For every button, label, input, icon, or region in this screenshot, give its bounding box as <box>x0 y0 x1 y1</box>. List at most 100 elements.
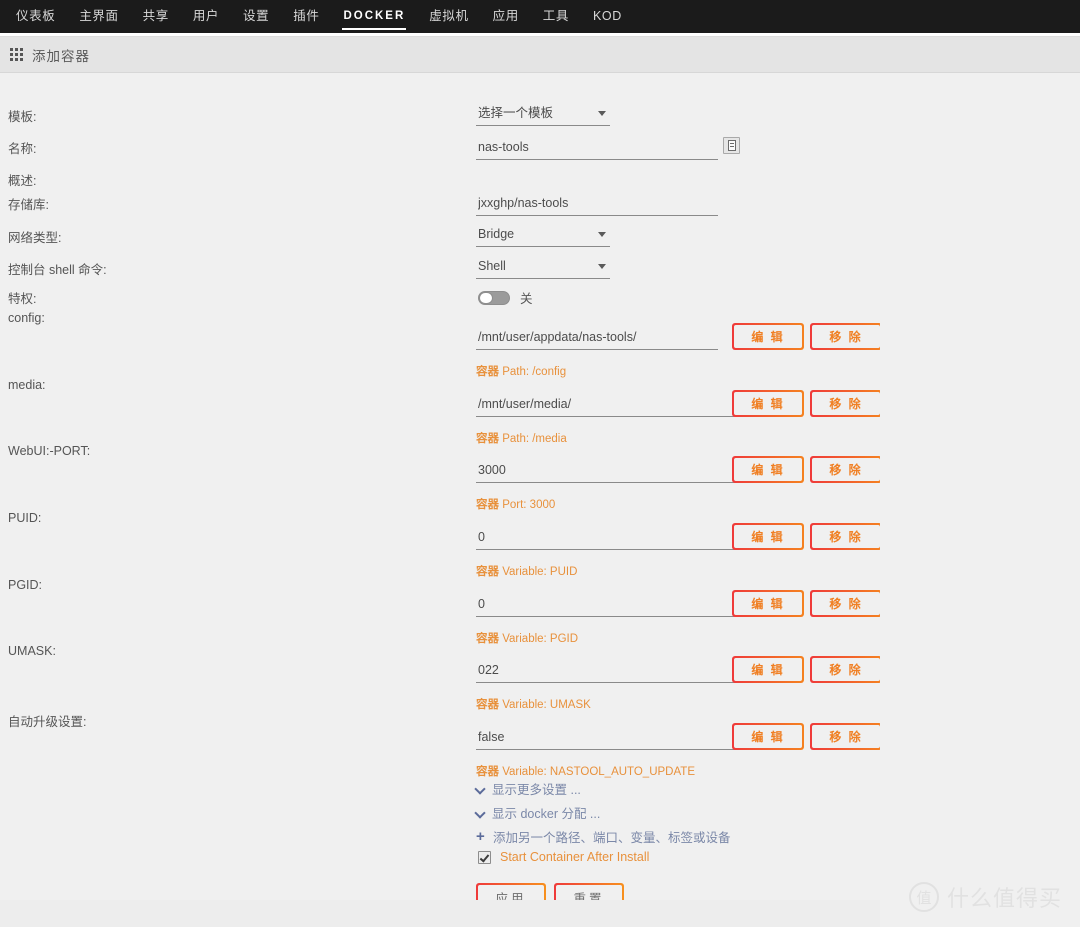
document-icon[interactable] <box>723 137 740 154</box>
hint-suffix: Variable: PGID <box>499 633 579 645</box>
nav-item-users[interactable]: 用户 <box>181 0 231 33</box>
chevron-down-icon <box>598 111 606 116</box>
label-privileged: 特权: <box>8 292 37 306</box>
edit-button-auto-update[interactable]: 编 辑 <box>732 723 804 750</box>
mapping-pgid-input[interactable] <box>476 596 742 617</box>
label-mapping-webui-port: WebUI:-PORT: <box>8 444 91 458</box>
link-show-docker-allocations[interactable]: 显示 docker 分配 ... <box>476 803 600 822</box>
edit-button-label: 编 辑 <box>734 725 802 748</box>
toggle-knob <box>479 291 493 304</box>
network-type-value: Bridge <box>478 227 515 241</box>
start-container-checkbox-row[interactable]: Start Container After Install <box>478 850 649 864</box>
label-mapping-auto-update: 自动升级设置: <box>8 715 87 729</box>
edit-button-label: 编 辑 <box>734 392 802 415</box>
start-container-label: Start Container After Install <box>500 850 650 864</box>
chevron-down-icon <box>476 808 485 817</box>
privileged-toggle[interactable] <box>478 290 510 305</box>
hint-mapping-media: 容器 Path: /media <box>476 430 567 446</box>
network-type-select[interactable]: Bridge <box>476 227 610 247</box>
grid-icon <box>10 48 23 61</box>
edit-button-label: 编 辑 <box>734 658 802 681</box>
hint-suffix: Variable: UMASK <box>499 699 591 711</box>
field-name <box>476 137 740 160</box>
hint-mapping-pgid: 容器 Variable: PGID <box>476 630 578 646</box>
remove-button-label: 移 除 <box>812 458 880 481</box>
remove-button-webui-port[interactable]: 移 除 <box>810 456 882 483</box>
privileged-toggle-label: 关 <box>520 292 533 306</box>
hint-prefix: 容器 <box>476 566 499 578</box>
repository-input[interactable] <box>476 195 718 216</box>
mapping-media-input[interactable] <box>476 396 742 417</box>
remove-button-media[interactable]: 移 除 <box>810 390 882 417</box>
remove-button-label: 移 除 <box>812 592 880 615</box>
remove-button-label: 移 除 <box>812 725 880 748</box>
edit-button-label: 编 辑 <box>734 458 802 481</box>
hint-suffix: Variable: PUID <box>499 566 578 578</box>
hint-suffix: Path: /media <box>499 433 567 445</box>
page-header: 添加容器 <box>0 36 1080 73</box>
remove-button-config[interactable]: 移 除 <box>810 323 882 350</box>
name-input[interactable] <box>476 139 718 160</box>
page-title: 添加容器 <box>32 48 90 64</box>
hint-prefix: 容器 <box>476 766 499 778</box>
mapping-config-input[interactable] <box>476 329 718 350</box>
edit-button-umask[interactable]: 编 辑 <box>732 656 804 683</box>
nav-item-kod[interactable]: KOD <box>581 0 634 33</box>
field-repository <box>476 194 718 216</box>
field-mapping-webui-port <box>476 461 742 483</box>
edit-button-webui-port[interactable]: 编 辑 <box>732 456 804 483</box>
top-navigation-bar: 仪表板 主界面 共享 用户 设置 插件 DOCKER 虚拟机 应用 工具 KOD <box>0 0 1080 33</box>
label-console-shell: 控制台 shell 命令: <box>8 263 107 277</box>
nav-item-main[interactable]: 主界面 <box>67 0 130 33</box>
label-network-type: 网络类型: <box>8 231 62 245</box>
label-name: 名称: <box>8 142 37 156</box>
hint-prefix: 容器 <box>476 433 499 445</box>
remove-button-label: 移 除 <box>812 525 880 548</box>
remove-button-puid[interactable]: 移 除 <box>810 523 882 550</box>
nav-item-dashboard[interactable]: 仪表板 <box>4 0 67 33</box>
edit-button-media[interactable]: 编 辑 <box>732 390 804 417</box>
field-mapping-umask <box>476 661 742 683</box>
nav-item-shares[interactable]: 共享 <box>131 0 181 33</box>
remove-button-pgid[interactable]: 移 除 <box>810 590 882 617</box>
hint-mapping-auto-update: 容器 Variable: NASTOOL_AUTO_UPDATE <box>476 763 695 779</box>
hint-prefix: 容器 <box>476 366 499 378</box>
nav-item-docker[interactable]: DOCKER <box>331 0 417 33</box>
mapping-puid-input[interactable] <box>476 529 742 550</box>
mapping-auto-update-input[interactable] <box>476 729 742 750</box>
label-mapping-media: media: <box>8 378 46 392</box>
edit-button-puid[interactable]: 编 辑 <box>732 523 804 550</box>
remove-button-label: 移 除 <box>812 325 880 348</box>
hint-prefix: 容器 <box>476 499 499 511</box>
edit-button-config[interactable]: 编 辑 <box>732 323 804 350</box>
field-template: 选择一个模板 <box>476 106 610 126</box>
field-privileged: 关 <box>478 288 533 307</box>
hint-suffix: Port: 3000 <box>499 499 556 511</box>
remove-button-umask[interactable]: 移 除 <box>810 656 882 683</box>
hint-prefix: 容器 <box>476 633 499 645</box>
link-show-more-settings[interactable]: 显示更多设置 ... <box>476 779 581 798</box>
edit-button-label: 编 辑 <box>734 325 802 348</box>
template-select[interactable]: 选择一个模板 <box>476 106 610 126</box>
page-background-right <box>880 82 1080 927</box>
field-console-shell: Shell <box>476 259 610 279</box>
link-add-another-mapping[interactable]: + 添加另一个路径、端口、变量、标签或设备 <box>476 827 731 846</box>
hint-suffix: Path: /config <box>499 366 567 378</box>
edit-button-pgid[interactable]: 编 辑 <box>732 590 804 617</box>
hint-mapping-umask: 容器 Variable: UMASK <box>476 696 591 712</box>
nav-item-plugins[interactable]: 插件 <box>281 0 331 33</box>
footer-strip <box>0 900 880 927</box>
nav-item-apps[interactable]: 应用 <box>481 0 531 33</box>
remove-button-auto-update[interactable]: 移 除 <box>810 723 882 750</box>
mapping-webui-port-input[interactable] <box>476 462 742 483</box>
console-shell-select[interactable]: Shell <box>476 259 610 279</box>
field-mapping-pgid <box>476 595 742 617</box>
chevron-down-icon <box>476 784 485 793</box>
label-template: 模板: <box>8 110 37 124</box>
start-container-checkbox[interactable] <box>478 850 491 864</box>
hint-prefix: 容器 <box>476 699 499 711</box>
nav-item-settings[interactable]: 设置 <box>231 0 281 33</box>
nav-item-vms[interactable]: 虚拟机 <box>417 0 480 33</box>
nav-item-tools[interactable]: 工具 <box>531 0 581 33</box>
mapping-umask-input[interactable] <box>476 662 742 683</box>
